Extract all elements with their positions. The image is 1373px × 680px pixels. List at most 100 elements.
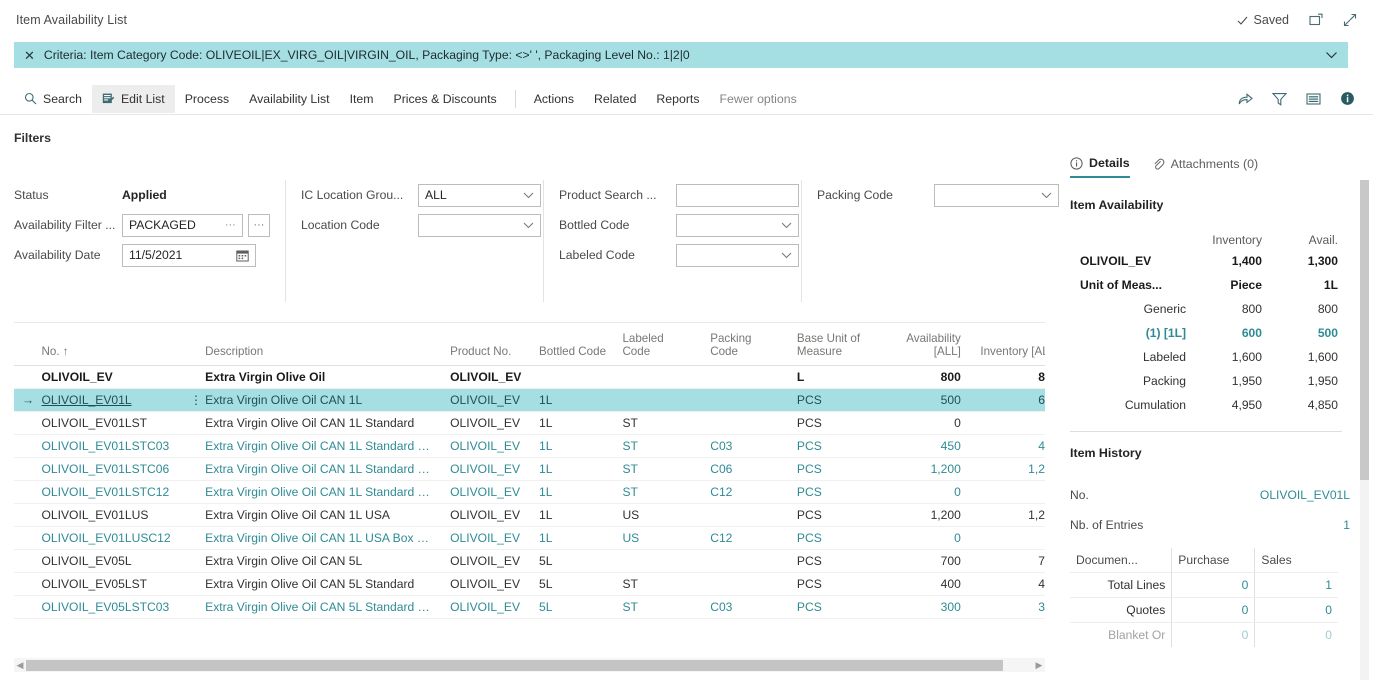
close-icon[interactable]: ✕: [24, 49, 35, 62]
cell-packing-code[interactable]: [702, 503, 789, 527]
row-menu-icon[interactable]: [181, 503, 198, 527]
doc-row-sales[interactable]: 0: [1254, 597, 1338, 623]
cell-no[interactable]: OLIVOIL_EV01LUSC12: [33, 526, 182, 550]
cell-packing-code[interactable]: [702, 388, 789, 412]
cell-packing-code[interactable]: [702, 365, 789, 389]
factbox-scrollbar-thumb[interactable]: [1360, 180, 1369, 480]
packing-code-select[interactable]: [934, 183, 1059, 207]
chevron-down-icon[interactable]: [1041, 192, 1052, 199]
share-icon[interactable]: [1238, 92, 1253, 106]
cell-base-uom[interactable]: L: [788, 365, 874, 389]
availability-row[interactable]: Cumulation 4,950 4,850: [1070, 393, 1342, 417]
cell-base-uom[interactable]: PCS: [788, 595, 874, 619]
cell-labeled-code[interactable]: [614, 388, 703, 412]
table-col-base-uom[interactable]: Base Unit of Measure: [788, 323, 874, 366]
scrollbar-thumb[interactable]: [26, 659, 1003, 671]
cell-description[interactable]: Extra Virgin Olive Oil CAN 5L Standard: [197, 572, 443, 596]
row-menu-icon[interactable]: [181, 595, 198, 619]
cell-base-uom[interactable]: PCS: [788, 411, 874, 435]
doc-row-purchase[interactable]: 0: [1171, 572, 1255, 598]
cell-product-no[interactable]: OLIVOIL_EV: [442, 480, 531, 504]
cell-packing-code[interactable]: [702, 549, 789, 573]
cell-inventory-all[interactable]: 300: [968, 595, 1045, 619]
cell-bottled-code[interactable]: 1L: [530, 411, 615, 435]
cell-product-no[interactable]: OLIVOIL_EV: [442, 388, 531, 412]
cell-product-no[interactable]: OLIVOIL_EV: [442, 595, 531, 619]
table-col-no[interactable]: No. ↑: [33, 323, 182, 366]
cell-no[interactable]: OLIVOIL_EV01LSTC03: [33, 434, 182, 458]
ribbon-item-prices-discounts[interactable]: Prices & Discounts: [384, 85, 507, 113]
scroll-right-icon[interactable]: ▶: [1033, 660, 1045, 671]
cell-bottled-code[interactable]: 1L: [530, 434, 615, 458]
cell-no[interactable]: OLIVOIL_EV05LST: [33, 572, 182, 596]
cell-description[interactable]: Extra Virgin Olive Oil CAN 1L Standard B…: [197, 434, 443, 458]
cell-base-uom[interactable]: PCS: [788, 572, 874, 596]
cell-labeled-code[interactable]: ST: [614, 480, 703, 504]
chevron-down-icon[interactable]: [523, 192, 534, 199]
cell-no[interactable]: OLIVOIL_EV05LSTC03: [33, 595, 182, 619]
cell-base-uom[interactable]: PCS: [788, 480, 874, 504]
cell-bottled-code[interactable]: 1L: [530, 526, 615, 550]
cell-inventory-all[interactable]: 700: [968, 549, 1045, 573]
cell-description[interactable]: Extra Virgin Olive Oil CAN 5L Standard B…: [197, 595, 443, 619]
cell-description[interactable]: Extra Virgin Olive Oil CAN 1L USA Box of…: [197, 526, 443, 550]
table-row[interactable]: OLIVOIL_EV01LSTC12 Extra Virgin Olive Oil…: [14, 480, 1045, 504]
availability-date-input[interactable]: 11/5/2021: [122, 243, 256, 267]
availability-filter-lookup-button[interactable]: ···: [247, 213, 270, 237]
cell-bottled-code[interactable]: 5L: [530, 595, 615, 619]
cell-labeled-code[interactable]: ST: [614, 411, 703, 435]
table-row[interactable]: OLIVOIL_EV05L Extra Virgin Olive Oil CAN …: [14, 549, 1045, 573]
cell-labeled-code[interactable]: ST: [614, 595, 703, 619]
criteria-filter-bar[interactable]: ✕ Criteria: Item Category Code: OLIVEOIL…: [14, 42, 1348, 68]
cell-product-no[interactable]: OLIVOIL_EV: [442, 457, 531, 481]
cell-base-uom[interactable]: PCS: [788, 388, 874, 412]
row-menu-icon[interactable]: [181, 434, 198, 458]
cell-inventory-all[interactable]: 400: [968, 572, 1045, 596]
table-col-availability-all[interactable]: Availability [ALL]: [873, 323, 969, 366]
cell-labeled-code[interactable]: ST: [614, 572, 703, 596]
table-row[interactable]: OLIVOIL_EV Extra Virgin Olive Oil OLIVOIL_…: [14, 365, 1045, 389]
table-row[interactable]: OLIVOIL_EV01LST Extra Virgin Olive Oil CA…: [14, 411, 1045, 435]
cell-base-uom[interactable]: PCS: [788, 434, 874, 458]
cell-product-no[interactable]: OLIVOIL_EV: [442, 365, 531, 389]
collapse-icon[interactable]: [1343, 13, 1357, 27]
cell-base-uom[interactable]: PCS: [788, 503, 874, 527]
doc-row[interactable]: Blanket Or 0 0: [1070, 622, 1338, 647]
doc-row-sales[interactable]: 1: [1254, 572, 1338, 598]
inline-ellipsis-icon[interactable]: ···: [225, 219, 236, 231]
cell-packing-code[interactable]: [702, 572, 789, 596]
cell-availability-all[interactable]: 300: [873, 595, 969, 619]
ribbon-item-edit-list[interactable]: Edit List: [91, 84, 175, 113]
labeled-code-select[interactable]: [676, 243, 799, 267]
cell-no[interactable]: OLIVOIL_EV01LST: [33, 411, 182, 435]
row-menu-icon[interactable]: [181, 457, 198, 481]
cell-product-no[interactable]: OLIVOIL_EV: [442, 503, 531, 527]
cell-availability-all[interactable]: 0: [873, 480, 969, 504]
table-col-product-no[interactable]: Product No.: [442, 323, 531, 366]
cell-product-no[interactable]: OLIVOIL_EV: [442, 434, 531, 458]
cell-bottled-code[interactable]: 1L: [530, 480, 615, 504]
row-menu-icon[interactable]: ⋮: [181, 388, 198, 412]
availability-row[interactable]: Packing 1,950 1,950: [1070, 369, 1342, 393]
cell-description[interactable]: Extra Virgin Olive Oil: [197, 365, 443, 389]
table-row[interactable]: OLIVOIL_EV01LSTC03 Extra Virgin Olive Oil…: [14, 434, 1045, 458]
cell-labeled-code[interactable]: ST: [614, 434, 703, 458]
cell-bottled-code[interactable]: 5L: [530, 572, 615, 596]
table-col-description[interactable]: Description: [197, 323, 443, 366]
availability-row[interactable]: Generic 800 800: [1070, 297, 1342, 321]
tab-details[interactable]: Details: [1070, 156, 1130, 178]
history-no-value[interactable]: OLIVOIL_EV01L: [1260, 488, 1350, 502]
cell-no[interactable]: OLIVOIL_EV05L: [33, 549, 182, 573]
tab-attachments[interactable]: Attachments (0): [1152, 157, 1258, 177]
table-row[interactable]: →OLIVOIL_EV01L⋮Extra Virgin Olive Oil CA…: [14, 388, 1045, 412]
ic-location-group-select[interactable]: ALL: [418, 183, 541, 207]
table-col-bottled-code[interactable]: Bottled Code: [530, 323, 615, 366]
cell-no[interactable]: OLIVOIL_EV01LUS: [33, 503, 182, 527]
chevron-down-icon[interactable]: [781, 222, 792, 229]
cell-inventory-all[interactable]: 1,200: [968, 457, 1045, 481]
location-code-select[interactable]: [418, 213, 541, 237]
cell-packing-code[interactable]: C12: [702, 526, 789, 550]
cell-product-no[interactable]: OLIVOIL_EV: [442, 549, 531, 573]
cell-packing-code[interactable]: [702, 411, 789, 435]
ribbon-item-item[interactable]: Item: [340, 85, 384, 113]
